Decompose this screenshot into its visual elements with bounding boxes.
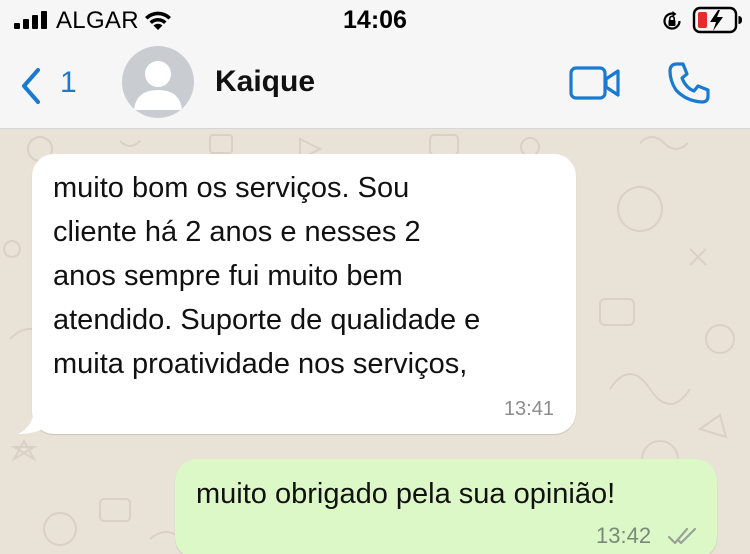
- message-timestamp: 13:42: [596, 523, 652, 548]
- default-avatar-icon: [134, 61, 182, 110]
- bubble-tail: [18, 408, 48, 434]
- back-button[interactable]: 1: [12, 62, 92, 106]
- voice-call-icon[interactable]: [666, 60, 712, 106]
- message-timestamp: 13:41: [503, 398, 554, 420]
- rotation-lock-icon: [663, 11, 681, 30]
- unread-count[interactable]: 1: [60, 66, 77, 100]
- battery-charging-icon: [692, 6, 742, 34]
- outgoing-message-text: muito obrigado pela sua opinião!: [196, 478, 616, 510]
- outgoing-message-bubble[interactable]: muito obrigado pela sua opinião! 13:42: [175, 459, 717, 554]
- chat-area[interactable]: muito bom os serviços. Sou cliente há 2 …: [0, 129, 750, 554]
- status-clock: 14:06: [343, 6, 407, 34]
- message-line: cliente há 2 anos e nesses 2: [53, 216, 421, 248]
- back-chevron-icon[interactable]: [18, 66, 44, 106]
- status-bar: ALGAR 14:06: [0, 0, 750, 40]
- incoming-message-bubble[interactable]: muito bom os serviços. Sou cliente há 2 …: [18, 154, 576, 434]
- message-line: muito bom os serviços. Sou: [53, 172, 410, 204]
- double-check-icon: [667, 527, 697, 545]
- video-call-icon[interactable]: [568, 64, 622, 102]
- message-line: anos sempre fui muito bem: [53, 260, 403, 292]
- incoming-message-text: muito bom os serviços. Sou cliente há 2 …: [53, 166, 563, 386]
- chat-header: 1 Kaique: [0, 40, 750, 129]
- avatar[interactable]: [122, 46, 194, 118]
- message-line: muita proatividade nos serviços,: [53, 348, 468, 380]
- message-line: atendido. Suporte de qualidade e: [53, 304, 481, 336]
- contact-name[interactable]: Kaique: [215, 65, 315, 99]
